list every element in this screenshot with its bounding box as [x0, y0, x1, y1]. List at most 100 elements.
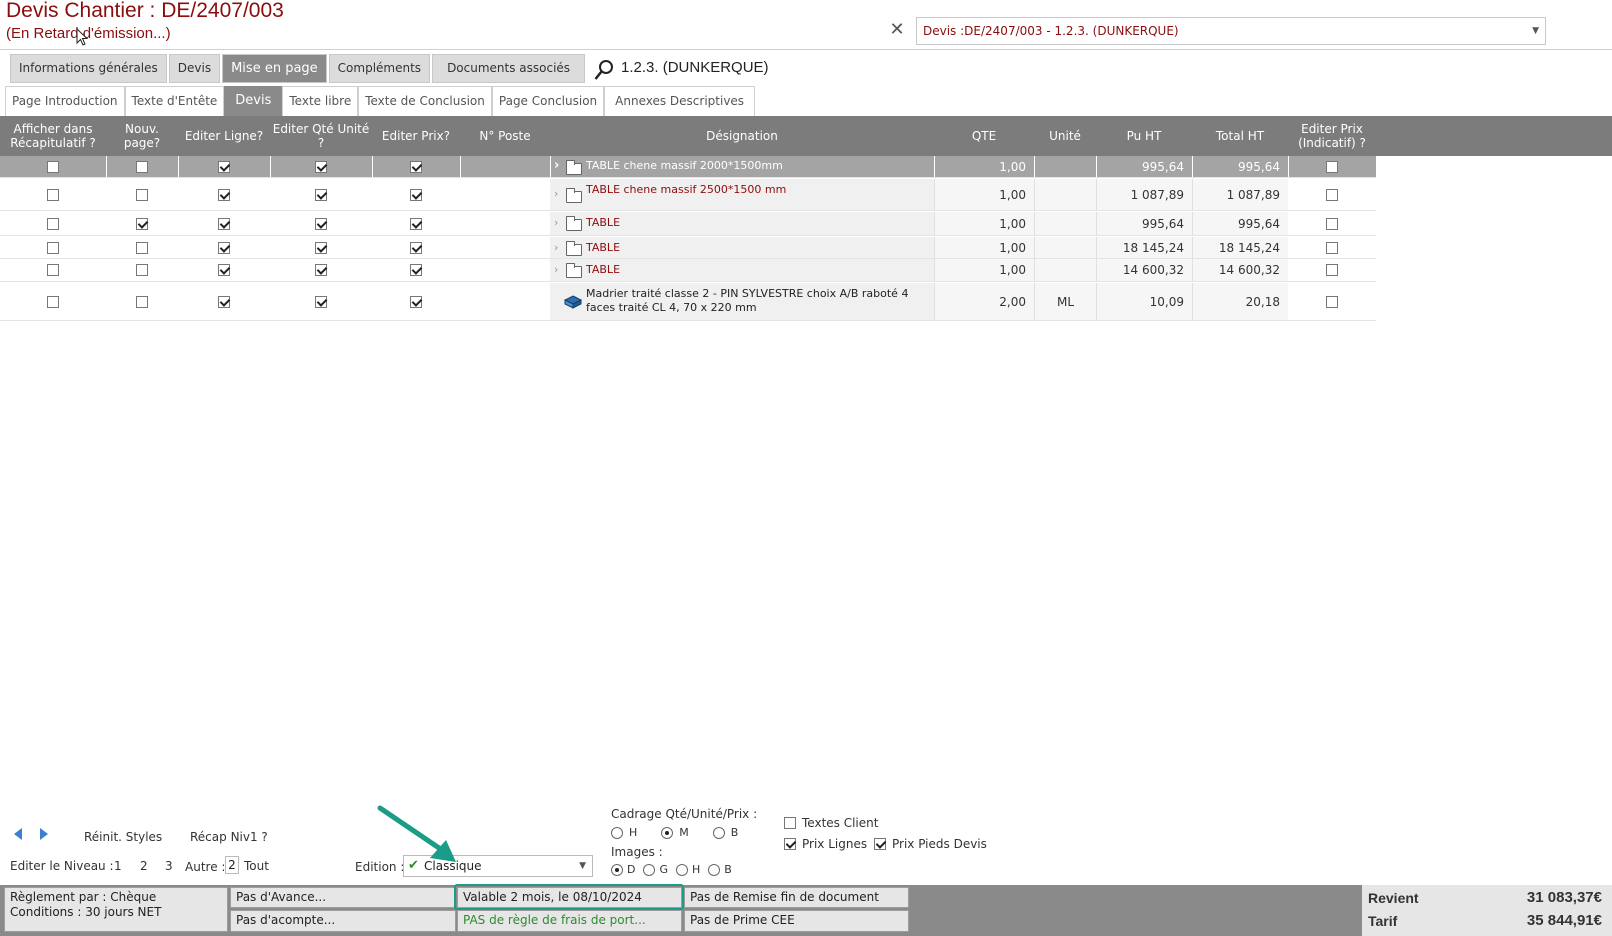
n-poste-cell[interactable]: [460, 237, 550, 258]
editer-prix-checkbox[interactable]: [410, 295, 422, 308]
editer-prix-indicatif-checkbox[interactable]: [1326, 160, 1338, 173]
header-editer-prix-indicatif[interactable]: Editer Prix (Indicatif) ?: [1288, 116, 1376, 156]
prix-lignes-checkbox[interactable]: [784, 838, 796, 850]
editer-ligne-checkbox[interactable]: [218, 241, 230, 254]
editer-ligne-checkbox[interactable]: [218, 217, 230, 230]
tab-page-introduction[interactable]: Page Introduction: [5, 86, 125, 116]
frais-port-box[interactable]: PAS de règle de frais de port...: [457, 910, 682, 932]
level-1-button[interactable]: 1: [114, 859, 122, 873]
remise-box[interactable]: Pas de Remise fin de document: [684, 887, 909, 908]
afficher-checkbox[interactable]: [47, 160, 59, 173]
prix-pieds-option[interactable]: Prix Pieds Devis: [874, 837, 987, 851]
tab-texte-libre[interactable]: Texte libre: [282, 86, 359, 116]
tab-devis[interactable]: Devis: [168, 54, 221, 83]
editer-ligne-checkbox[interactable]: [218, 188, 230, 201]
total-ht-cell[interactable]: 1 087,89: [1192, 179, 1288, 210]
prix-lignes-option[interactable]: Prix Lignes: [784, 837, 867, 851]
qte-cell[interactable]: 2,00: [934, 283, 1034, 320]
qte-cell[interactable]: 1,00: [934, 156, 1034, 177]
header-editer-prix[interactable]: Editer Prix?: [372, 116, 460, 156]
pu-ht-cell[interactable]: 1 087,89: [1096, 179, 1192, 210]
total-ht-cell[interactable]: 995,64: [1192, 212, 1288, 235]
header-nouv-page[interactable]: Nouv. page?: [106, 116, 178, 156]
editer-ligne-checkbox[interactable]: [218, 264, 230, 276]
level-2-button[interactable]: 2: [140, 859, 148, 873]
editer-prix-indicatif-checkbox[interactable]: [1326, 188, 1338, 201]
total-ht-cell[interactable]: 20,18: [1192, 283, 1288, 320]
payment-info-box[interactable]: Règlement par : Chèque Conditions : 30 j…: [4, 887, 228, 932]
tab-devis-sub[interactable]: Devis: [224, 86, 283, 116]
header-unite[interactable]: Unité: [1034, 116, 1096, 156]
afficher-checkbox[interactable]: [47, 217, 59, 230]
qte-cell[interactable]: 1,00: [934, 237, 1034, 258]
editer-ligne-checkbox[interactable]: [218, 160, 230, 173]
table-row[interactable]: › TABLE 1,00 14 600,32 14 600,32: [0, 259, 1376, 282]
total-ht-cell[interactable]: 995,64: [1192, 156, 1288, 177]
cadrage-h-radio[interactable]: [611, 826, 623, 839]
table-row[interactable]: Madrier traité classe 2 - PIN SYLVESTRE …: [0, 283, 1376, 321]
editer-qte-checkbox[interactable]: [315, 295, 327, 308]
prix-pieds-checkbox[interactable]: [874, 838, 886, 850]
textes-client-option[interactable]: Textes Client: [784, 816, 878, 830]
header-editer-qte[interactable]: Editer Qté Unité ?: [270, 116, 372, 156]
editer-prix-checkbox[interactable]: [410, 188, 422, 201]
images-d-radio[interactable]: [611, 863, 623, 876]
table-row[interactable]: › TABLE chene massif 2000*1500mm 1,00 995,6…: [0, 156, 1376, 178]
designation-cell[interactable]: › TABLE: [550, 259, 934, 281]
pu-ht-cell[interactable]: 14 600,32: [1096, 259, 1192, 281]
reinit-styles-button[interactable]: Réinit. Styles: [84, 830, 162, 844]
header-designation[interactable]: Désignation: [550, 116, 934, 156]
unite-cell[interactable]: [1034, 156, 1096, 177]
tab-annexes-descriptives[interactable]: Annexes Descriptives: [604, 86, 756, 116]
nouv-page-checkbox[interactable]: [136, 295, 148, 308]
tab-documents-associes[interactable]: Documents associés: [432, 54, 586, 83]
editer-prix-checkbox[interactable]: [410, 241, 422, 254]
table-row[interactable]: › TABLE 1,00 995,64 995,64: [0, 212, 1376, 236]
pu-ht-cell[interactable]: 995,64: [1096, 156, 1192, 177]
header-total-ht[interactable]: Total HT: [1192, 116, 1288, 156]
unite-cell[interactable]: [1034, 212, 1096, 235]
autre-level-input[interactable]: 2: [225, 856, 239, 874]
designation-cell[interactable]: Madrier traité classe 2 - PIN SYLVESTRE …: [550, 283, 934, 320]
cadrage-b-radio[interactable]: [712, 826, 725, 839]
expand-chevron-icon[interactable]: ›: [554, 241, 558, 254]
header-n-poste[interactable]: N° Poste: [460, 116, 550, 156]
editer-prix-checkbox[interactable]: [410, 217, 422, 230]
tab-texte-conclusion[interactable]: Texte de Conclusion: [358, 86, 492, 116]
pu-ht-cell[interactable]: 18 145,24: [1096, 237, 1192, 258]
qte-cell[interactable]: 1,00: [934, 259, 1034, 281]
nouv-page-checkbox[interactable]: [136, 160, 148, 173]
afficher-checkbox[interactable]: [47, 264, 59, 276]
afficher-checkbox[interactable]: [47, 241, 59, 254]
nouv-page-checkbox[interactable]: [136, 188, 148, 201]
header-afficher[interactable]: Afficher dans Récapitulatif ?: [0, 116, 106, 156]
designation-cell[interactable]: › TABLE: [550, 237, 934, 258]
editer-prix-indicatif-checkbox[interactable]: [1326, 295, 1338, 308]
search-icon[interactable]: [594, 59, 614, 81]
acompte-box[interactable]: Pas d'acompte...: [230, 910, 456, 932]
editer-ligne-checkbox[interactable]: [218, 295, 230, 308]
editer-qte-checkbox[interactable]: [315, 264, 327, 276]
tab-complements[interactable]: Compléments: [328, 54, 431, 83]
qte-cell[interactable]: 1,00: [934, 179, 1034, 210]
editer-qte-checkbox[interactable]: [315, 160, 327, 173]
tab-page-conclusion[interactable]: Page Conclusion: [491, 86, 605, 116]
afficher-checkbox[interactable]: [47, 188, 59, 201]
images-h-radio[interactable]: [676, 863, 689, 876]
level-3-button[interactable]: 3: [165, 859, 173, 873]
editer-qte-checkbox[interactable]: [315, 241, 327, 254]
qte-cell[interactable]: 1,00: [934, 212, 1034, 235]
editer-prix-checkbox[interactable]: [410, 160, 422, 173]
close-icon[interactable]: ✕: [888, 21, 906, 39]
designation-cell[interactable]: › TABLE chene massif 2000*1500mm: [550, 156, 934, 177]
tab-texte-entete[interactable]: Texte d'Entête: [124, 86, 225, 116]
table-row[interactable]: › TABLE 1,00 18 145,24 18 145,24: [0, 237, 1376, 259]
header-qte[interactable]: QTE: [934, 116, 1034, 156]
cadrage-m-radio[interactable]: [661, 826, 674, 839]
expand-chevron-icon[interactable]: ›: [554, 158, 559, 173]
expand-chevron-icon[interactable]: ›: [554, 216, 558, 229]
n-poste-cell[interactable]: [460, 212, 550, 235]
nouv-page-checkbox[interactable]: [136, 264, 148, 276]
pu-ht-cell[interactable]: 10,09: [1096, 283, 1192, 320]
images-b-radio[interactable]: [708, 863, 721, 876]
